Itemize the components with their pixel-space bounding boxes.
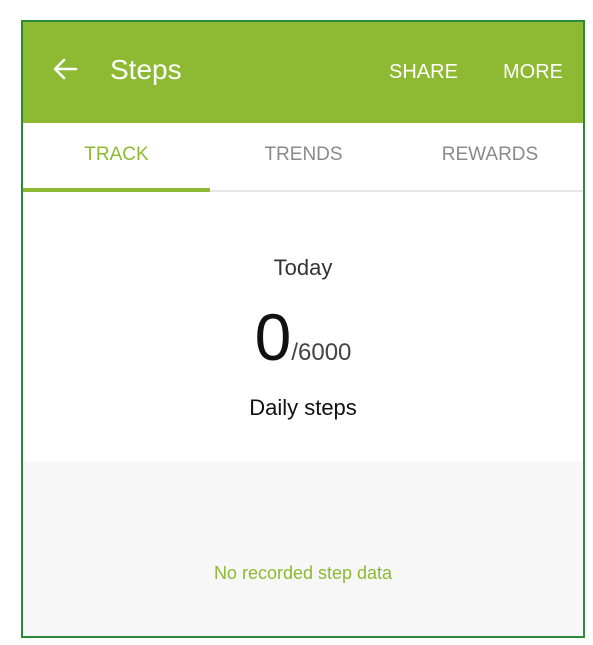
app-frame: Steps SHARE MORE TRACK TRENDS REWARDS To… [21, 20, 585, 638]
tab-track[interactable]: TRACK [23, 123, 210, 190]
more-button[interactable]: MORE [503, 60, 563, 84]
period-label: Today [273, 255, 333, 280]
tab-trends[interactable]: TRENDS [210, 123, 397, 190]
arrow-left-icon [53, 58, 78, 80]
app-bar: Steps SHARE MORE [23, 22, 583, 123]
step-summary: Today 0/6000 Daily steps [23, 192, 583, 462]
share-button[interactable]: SHARE [389, 60, 458, 84]
step-history-panel: No recorded step data [23, 462, 583, 636]
steps-caption: Daily steps [249, 395, 357, 420]
page-title: Steps [110, 54, 182, 85]
step-counter: 0/6000 [23, 300, 583, 374]
tab-bar: TRACK TRENDS REWARDS [23, 123, 583, 192]
back-button[interactable] [52, 56, 78, 82]
steps-goal: /6000 [291, 339, 352, 366]
tab-rewards[interactable]: REWARDS [397, 123, 583, 190]
steps-count: 0 [254, 300, 292, 374]
empty-state-message: No recorded step data [213, 563, 393, 583]
